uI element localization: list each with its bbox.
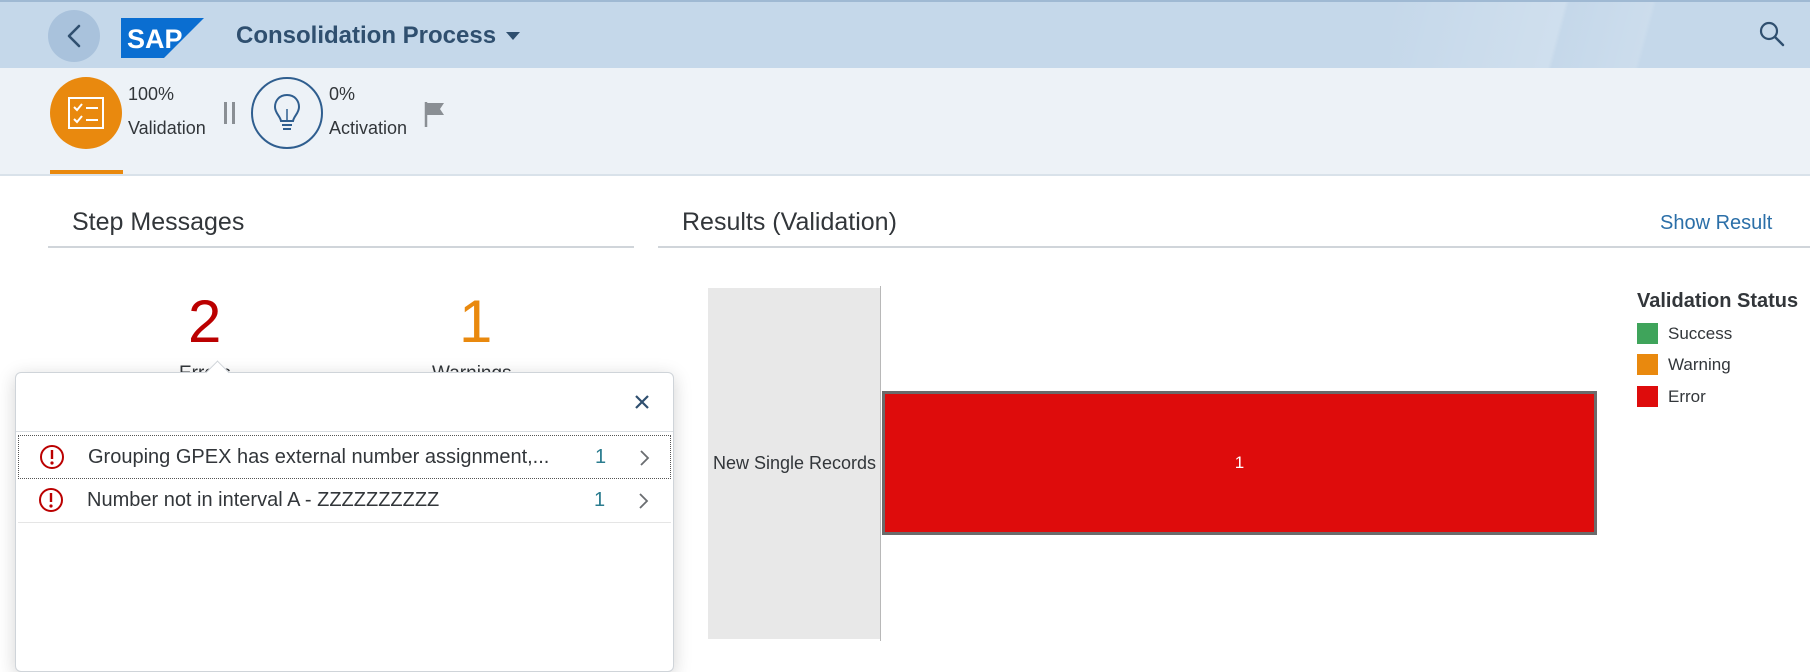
search-icon — [1759, 21, 1785, 47]
flag-icon — [424, 102, 444, 127]
legend-swatch-success — [1637, 323, 1658, 344]
popover-header — [16, 373, 673, 432]
chevron-right-icon — [640, 450, 650, 466]
legend-swatch-error — [1637, 386, 1658, 407]
process-step-bar: 100% Validation 0% Activation — [0, 68, 1810, 176]
legend-item-success[interactable]: Success — [1637, 323, 1732, 344]
chevron-right-icon — [639, 493, 649, 509]
message-row[interactable]: Number not in interval A - ZZZZZZZZZZ 1 — [18, 479, 671, 523]
messages-popover: Grouping GPEX has external number assign… — [15, 360, 674, 672]
legend-label-success: Success — [1668, 323, 1733, 343]
step-messages-divider — [48, 246, 634, 248]
results-title: Results (Validation) — [682, 208, 897, 236]
message-count: 1 — [594, 489, 606, 511]
warnings-count[interactable]: 1 — [459, 292, 492, 352]
legend-item-warning[interactable]: Warning — [1637, 354, 1731, 375]
step-activation-label: Activation — [329, 118, 408, 138]
message-count: 1 — [595, 446, 607, 468]
legend-item-error[interactable]: Error — [1637, 386, 1706, 407]
chart-bar-error[interactable]: 1 — [882, 391, 1597, 535]
chevron-left-icon — [67, 24, 81, 48]
back-button[interactable] — [48, 10, 100, 62]
chart-category-label: New Single Records — [712, 453, 877, 473]
show-result-link[interactable]: Show Result — [1660, 212, 1772, 235]
chart-data-label: 1 — [1234, 453, 1245, 472]
step-activation-text: 0% Activation — [329, 77, 407, 145]
lightbulb-icon — [273, 93, 301, 130]
caret-down-icon — [506, 32, 521, 40]
checklist-icon — [68, 97, 104, 129]
legend-swatch-warning — [1637, 354, 1658, 375]
message-text: Number not in interval A - ZZZZZZZZZZ — [87, 489, 440, 511]
step-activation-percent: 0% — [329, 84, 356, 104]
message-row[interactable]: Grouping GPEX has external number assign… — [18, 435, 671, 479]
step-validation-percent: 100% — [128, 84, 175, 104]
close-icon — [635, 395, 649, 409]
close-button[interactable] — [631, 391, 653, 413]
error-icon — [40, 445, 64, 469]
step-validation-text: 100% Validation — [128, 77, 206, 145]
error-icon — [39, 488, 63, 512]
legend-label-error: Error — [1668, 386, 1706, 406]
step-validation-circle — [50, 77, 122, 149]
step-activation[interactable]: 0% Activation — [251, 77, 407, 149]
legend-label-warning: Warning — [1668, 354, 1731, 374]
active-step-indicator — [50, 170, 123, 174]
step-validation[interactable]: 100% Validation — [50, 77, 206, 149]
message-text: Grouping GPEX has external number assign… — [88, 446, 550, 468]
step-validation-label: Validation — [128, 118, 206, 138]
errors-count[interactable]: 2 — [188, 292, 221, 352]
step-activation-circle — [251, 77, 323, 149]
svg-text:SAP: SAP — [127, 24, 183, 54]
shell-bar: SAP Consolidation Process — [0, 0, 1810, 68]
shell-decoration — [1390, 2, 1810, 68]
app-title: Consolidation Process — [236, 22, 497, 49]
pause-icon — [224, 102, 235, 124]
sap-logo: SAP — [121, 18, 204, 58]
app-title-menu[interactable]: Consolidation Process — [236, 22, 521, 50]
legend-title: Validation Status — [1637, 290, 1799, 312]
results-divider — [658, 246, 1810, 248]
search-button[interactable] — [1758, 20, 1790, 52]
step-messages-title: Step Messages — [72, 208, 245, 236]
